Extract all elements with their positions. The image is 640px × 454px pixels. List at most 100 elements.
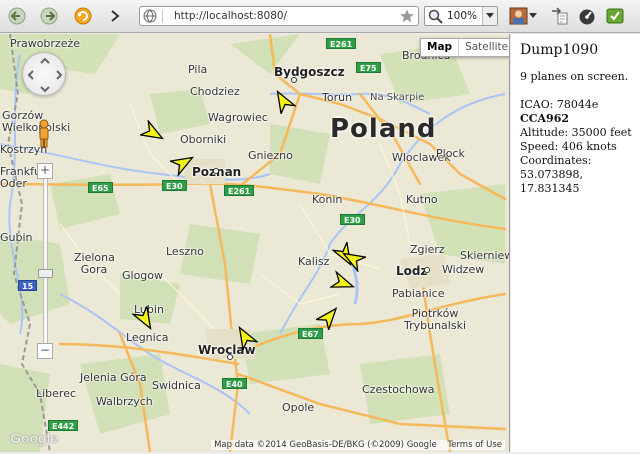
city-label: Kalisz [298,255,330,268]
document-arrow-icon [552,7,568,25]
chevron-right-icon [111,10,120,22]
city-label: Chodziez [190,85,240,98]
plane-marker[interactable] [340,246,366,272]
city-label: Frankfurt Oder [0,165,50,190]
city-marker [291,77,297,83]
globe-icon [143,9,157,23]
bookmark-star-icon[interactable] [399,8,415,24]
zoom-slider-thumb[interactable] [38,269,53,278]
forward-button[interactable] [38,6,60,26]
city-label: Kutno [406,193,438,206]
country-label: Poland [330,114,437,144]
app-title: Dump1090 [520,42,599,58]
zoom-out-button[interactable]: − [37,343,53,359]
reload-button[interactable] [72,6,94,26]
plane-callsign: CCA962 [520,112,570,125]
plane-marker[interactable] [132,306,158,332]
zoom-level: 100% [447,10,478,22]
plane-longitude: 17.831345 [520,182,580,195]
avatar-dropdown[interactable] [526,6,540,26]
back-arrow-icon [8,7,26,25]
city-label: Gniezno [248,149,293,162]
city-label: Konin [312,193,343,206]
city-label: Pabianice [392,287,445,300]
city-label: Zielona Gora [74,251,115,276]
city-label: Opole [282,401,315,414]
city-marker [424,267,430,273]
city-label: Wagrowiec [208,111,268,124]
plane-marker[interactable] [270,88,296,114]
road-shield: E30 [340,214,365,225]
history-chevron-button[interactable] [104,6,126,26]
city-marker [227,354,233,360]
terms-link[interactable]: Terms of Use [447,440,502,450]
city-label: Na Skarpie [370,92,425,103]
plane-marker[interactable] [316,304,342,330]
map-canvas[interactable]: Poland Prawobrzeże Pila Chodziez Wagrowi… [0,34,510,452]
pan-arrows-icon [27,57,63,93]
city-label: Legnica [126,331,169,344]
reload-icon [74,7,92,25]
city-label: Gorzów Wielkopolski [2,109,71,134]
city-label: Gubin [0,231,33,244]
city-label: Leszno [166,245,204,258]
gauge-icon [579,9,595,25]
city-label: Liberec [36,387,77,400]
road-shield: E65 [88,182,113,193]
browser-toolbar: http://localhost:8080/ 100% [0,0,640,33]
plane-speed: Speed: 406 knots [520,140,617,153]
city-label: Czestochowa [362,383,435,396]
map-type-control: Map Satellite [420,38,509,57]
city-label: Lodz [396,264,428,278]
city-label: Plock [436,147,465,160]
magnifier-icon [428,9,443,24]
url-separator [162,10,163,23]
city-label: Torun [322,91,353,104]
zoom-control[interactable]: 100% [424,6,498,26]
plane-marker[interactable] [140,120,166,146]
plane-marker[interactable] [232,324,258,350]
chevron-down-icon [529,13,537,18]
map-type-satellite-button[interactable]: Satellite [458,39,509,56]
road-shield: E40 [222,378,247,389]
road-shield: 15 [18,280,38,291]
plane-altitude: Altitude: 35000 feet [520,126,632,139]
puzzle-check-icon [606,8,624,24]
city-label: Glogow [122,269,164,282]
road-shield: E75 [356,62,381,73]
city-marker [213,168,219,174]
city-label: Swidnica [152,379,201,392]
city-label: Prawobrzeże [10,37,81,50]
speed-dial-button[interactable] [576,6,598,26]
url-text[interactable]: http://localhost:8080/ [174,10,287,22]
back-button[interactable] [6,6,28,26]
extension-button[interactable] [604,6,626,26]
city-label: Zgierz [410,243,445,256]
zoom-dropdown[interactable] [482,7,497,25]
attribution-text: Map data ©2014 GeoBasis-DE/BKG (©2009) G… [214,440,437,450]
road-shield: E261 [224,185,255,196]
plane-latitude: 53.073898, [520,168,583,181]
forward-arrow-icon [40,7,58,25]
url-bar[interactable]: http://localhost:8080/ [139,6,419,26]
map-attribution: Map data ©2014 GeoBasis-DE/BKG (©2009) G… [211,440,505,450]
downloads-button[interactable] [548,6,570,26]
chevron-down-icon [486,13,494,18]
zoom-in-button[interactable]: + [37,163,53,179]
city-label: Walbrzych [96,395,153,408]
info-sidebar: Dump1090 9 planes on screen. ICAO: 78044… [511,34,640,452]
city-label: Widzew [442,263,485,276]
street-view-pegman-icon[interactable] [36,118,52,148]
city-label: Oborniki [180,133,227,146]
road-shield: E30 [162,180,187,191]
city-label: Bydgoszcz [274,65,345,79]
google-logo: Google [10,430,59,446]
plane-marker[interactable] [170,150,196,176]
map-type-map-button[interactable]: Map [421,39,458,56]
city-label: Pila [188,63,208,76]
planes-count: 9 planes on screen. [520,70,629,83]
zoom-slider-track[interactable] [43,179,48,343]
pan-control[interactable] [22,52,66,96]
plane-marker[interactable] [330,270,356,296]
plane-icao: ICAO: 78044e [520,98,599,111]
